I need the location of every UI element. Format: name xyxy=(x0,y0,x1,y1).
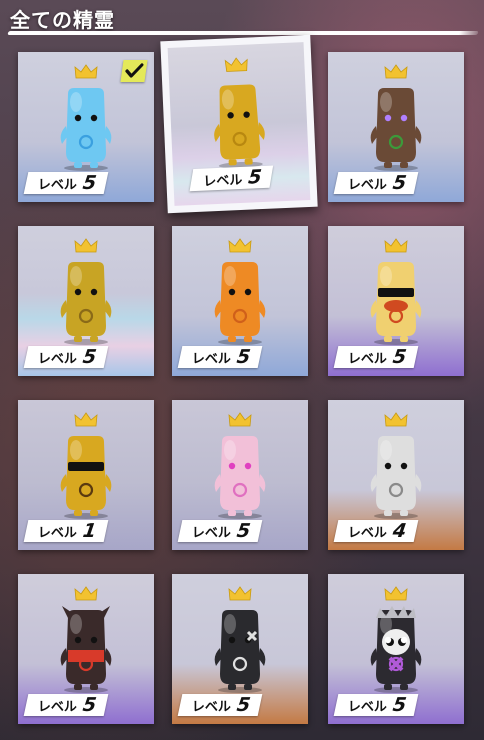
spirit-card[interactable]: レベル 5 xyxy=(328,226,464,376)
crown-icon xyxy=(74,64,98,80)
level-label: レベル xyxy=(38,525,78,541)
title-underline xyxy=(7,31,479,35)
level-badge: レベル 5 xyxy=(333,345,419,368)
spirit-card[interactable]: レベル 5 xyxy=(172,574,308,724)
selected-card-inner: レベル 5 xyxy=(167,42,311,206)
crown-icon xyxy=(74,238,98,254)
level-label: レベル xyxy=(348,177,388,193)
level-badge: レベル 4 xyxy=(333,519,419,542)
spirit-character-icon xyxy=(54,604,118,694)
level-badge: レベル 5 xyxy=(23,171,109,194)
crown-icon xyxy=(228,586,252,602)
spirit-character-icon xyxy=(364,256,428,346)
crown-icon xyxy=(224,57,249,74)
crown-icon xyxy=(74,412,98,428)
crown-icon xyxy=(384,64,408,80)
level-number: 5 xyxy=(81,171,98,194)
level-badge: レベル 5 xyxy=(177,519,263,542)
spirit-card[interactable]: レベル 5 xyxy=(18,52,154,202)
spirit-card[interactable]: レベル 5 xyxy=(328,574,464,724)
spirit-card[interactable]: レベル 5 xyxy=(18,226,154,376)
level-number: 5 xyxy=(391,171,408,194)
level-badge: レベル 5 xyxy=(177,345,263,368)
level-label: レベル xyxy=(203,172,243,190)
level-label: レベル xyxy=(38,699,78,715)
spirit-character-icon xyxy=(205,78,273,171)
spirit-card[interactable]: レベル 4 xyxy=(328,400,464,550)
level-label: レベル xyxy=(192,351,232,367)
level-number: 5 xyxy=(235,519,252,542)
crown-icon xyxy=(384,586,408,602)
level-badge: レベル 5 xyxy=(23,345,109,368)
level-number: 5 xyxy=(235,693,252,716)
level-label: レベル xyxy=(348,525,388,541)
spirit-character-icon xyxy=(54,430,118,520)
spirit-card[interactable]: レベル 5 xyxy=(18,574,154,724)
page-title: 全ての精霊 xyxy=(10,8,115,32)
spirit-character-icon xyxy=(208,256,272,346)
crown-icon xyxy=(384,412,408,428)
level-label: レベル xyxy=(192,699,232,715)
level-label: レベル xyxy=(38,177,78,193)
level-label: レベル xyxy=(192,525,232,541)
spirit-character-icon xyxy=(364,82,428,172)
level-number: 5 xyxy=(81,693,98,716)
spirit-character-icon xyxy=(208,604,272,694)
spirit-card[interactable]: レベル 5 xyxy=(172,226,308,376)
spirit-character-icon xyxy=(364,604,428,694)
level-number: 5 xyxy=(391,345,408,368)
level-label: レベル xyxy=(38,351,78,367)
level-badge: レベル 5 xyxy=(189,165,274,192)
spirit-card[interactable]: レベル 5 xyxy=(328,52,464,202)
crown-icon xyxy=(384,238,408,254)
level-badge: レベル 5 xyxy=(333,171,419,194)
level-label: レベル xyxy=(348,351,388,367)
spirit-card[interactable]: レベル 1 xyxy=(18,400,154,550)
spirit-character-icon xyxy=(54,82,118,172)
level-badge: レベル 5 xyxy=(177,693,263,716)
crown-icon xyxy=(228,238,252,254)
spirit-character-icon xyxy=(54,256,118,346)
level-number: 5 xyxy=(247,165,263,189)
level-number: 5 xyxy=(391,693,408,716)
spirit-card[interactable]: レベル 5 xyxy=(172,400,308,550)
page-header: 全ての精霊 xyxy=(0,0,484,40)
level-badge: レベル 5 xyxy=(23,693,109,716)
spirit-card[interactable]: レベル 5 xyxy=(160,34,318,214)
spirit-character-icon xyxy=(208,430,272,520)
level-label: レベル xyxy=(348,699,388,715)
level-badge: レベル 1 xyxy=(23,519,109,542)
spirit-character-icon xyxy=(364,430,428,520)
crown-icon xyxy=(74,586,98,602)
level-number: 5 xyxy=(81,345,98,368)
level-badge: レベル 5 xyxy=(333,693,419,716)
crown-icon xyxy=(228,412,252,428)
level-number: 5 xyxy=(235,345,252,368)
level-number: 1 xyxy=(81,519,98,542)
level-number: 4 xyxy=(391,519,408,542)
checkmark-icon xyxy=(120,60,148,82)
